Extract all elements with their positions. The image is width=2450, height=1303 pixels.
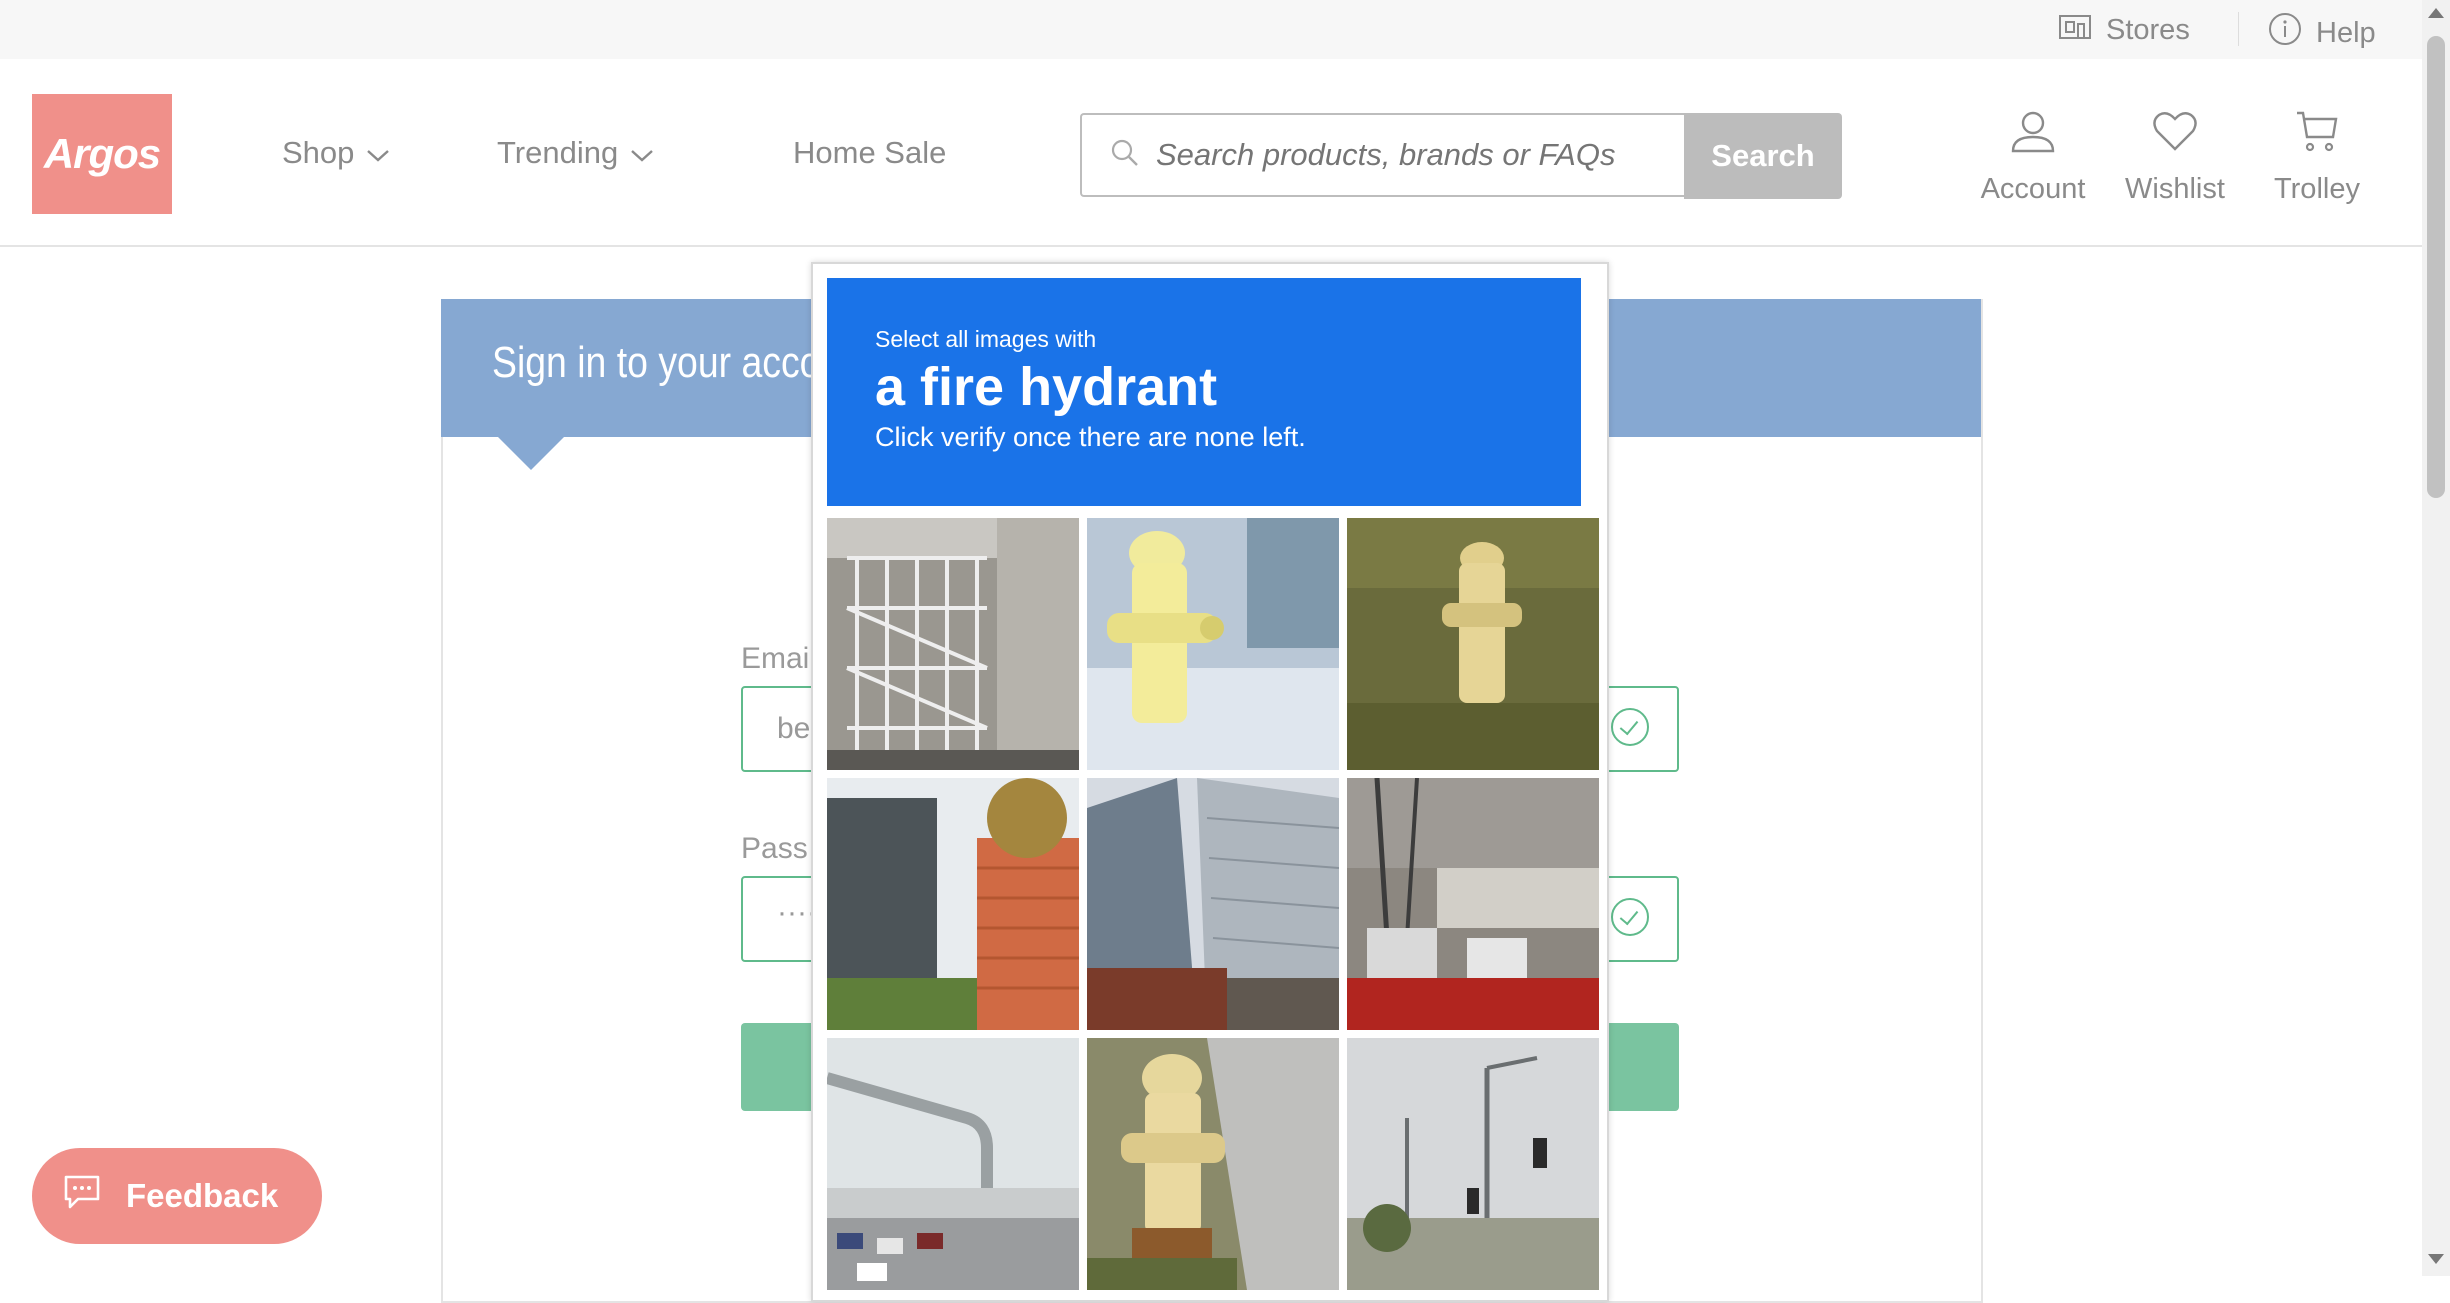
store-icon — [2058, 12, 2092, 48]
site-header: Argos Shop Trending Home Sale Search Acc… — [0, 59, 2422, 247]
nav-home-sale-label: Home Sale — [793, 135, 947, 170]
captcha-tile-street-vehicles[interactable] — [1347, 778, 1599, 1030]
check-circle-icon — [1611, 898, 1649, 936]
email-value: be — [777, 712, 811, 745]
chat-bubble-icon — [62, 1173, 102, 1219]
captcha-tile-tall-buildings[interactable] — [1087, 778, 1339, 1030]
scroll-thumb[interactable] — [2427, 36, 2445, 498]
nav-shop[interactable]: Shop — [282, 135, 390, 171]
captcha-challenge: Select all images with a fire hydrant Cl… — [811, 262, 1609, 1302]
password-label: Pass — [741, 832, 808, 865]
email-label: Emai — [741, 642, 810, 675]
wishlist-link[interactable]: Wishlist — [2105, 107, 2245, 206]
check-circle-icon — [1611, 708, 1649, 746]
search-icon — [1110, 138, 1140, 173]
captcha-tile-fire-hydrant-grass[interactable] — [1347, 518, 1599, 770]
captcha-tile-highway-pole[interactable] — [827, 1038, 1079, 1290]
captcha-tile-traffic-lights[interactable] — [1347, 1038, 1599, 1290]
captcha-header: Select all images with a fire hydrant Cl… — [827, 278, 1581, 506]
trolley-label: Trolley — [2274, 173, 2360, 205]
captcha-target: a fire hydrant — [875, 357, 1218, 417]
nav-home-sale[interactable]: Home Sale — [793, 135, 946, 171]
captcha-tile-fire-hydrant-yellow[interactable] — [1087, 518, 1339, 770]
captcha-subtext: Click verify once there are none left. — [875, 422, 1306, 452]
chevron-down-icon — [366, 135, 390, 171]
captcha-tile-house-fence[interactable] — [827, 778, 1079, 1030]
chevron-down-icon — [630, 135, 654, 171]
heart-icon — [2151, 107, 2199, 163]
help-label: Help — [2316, 16, 2376, 49]
scrollbar[interactable] — [2422, 0, 2450, 1276]
feedback-label: Feedback — [126, 1177, 279, 1214]
account-icon — [2009, 107, 2057, 163]
signin-header-notch — [497, 436, 565, 470]
info-icon — [2268, 12, 2302, 54]
signin-title: Sign in to your accou — [492, 338, 842, 387]
captcha-tile-fire-hydrant-curb[interactable] — [1087, 1038, 1339, 1290]
search-box — [1080, 113, 1684, 197]
captcha-instruction: Select all images with — [875, 326, 1097, 352]
scroll-down-arrow-icon[interactable] — [2428, 1254, 2444, 1264]
account-link[interactable]: Account — [1963, 107, 2103, 206]
utility-separator — [2238, 12, 2239, 46]
wishlist-label: Wishlist — [2125, 173, 2225, 205]
stores-link[interactable]: Stores — [2058, 12, 2190, 48]
argos-logo[interactable]: Argos — [32, 94, 172, 214]
captcha-tile-building-stairs[interactable] — [827, 518, 1079, 770]
nav-trending-label: Trending — [497, 135, 619, 170]
nav-shop-label: Shop — [282, 135, 355, 170]
feedback-button[interactable]: Feedback — [32, 1148, 322, 1244]
trolley-icon — [2293, 107, 2341, 163]
search-button[interactable]: Search — [1684, 113, 1842, 199]
help-link[interactable]: Help — [2268, 12, 2376, 54]
trolley-link[interactable]: Trolley — [2247, 107, 2387, 206]
nav-trending[interactable]: Trending — [497, 135, 654, 171]
stores-label: Stores — [2106, 13, 2190, 46]
account-label: Account — [1980, 173, 2086, 205]
scroll-up-arrow-icon[interactable] — [2428, 8, 2444, 18]
search-input[interactable] — [1154, 136, 1658, 174]
